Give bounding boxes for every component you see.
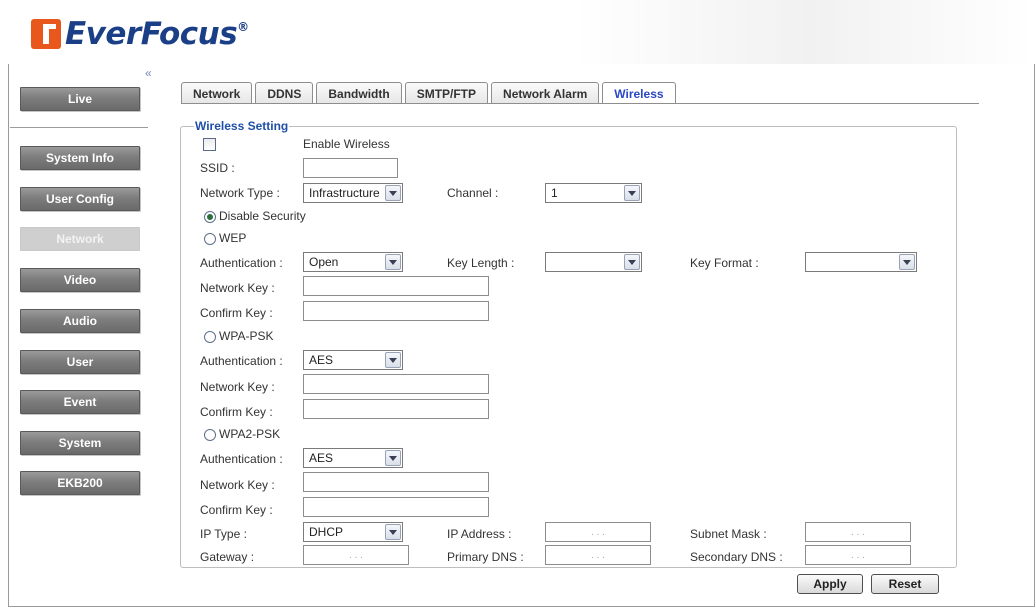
chevron-down-icon: [624, 185, 640, 201]
ip-type-label: IP Type :: [200, 527, 247, 541]
network-type-select[interactable]: Infrastructure: [303, 183, 403, 203]
sidebar-item-system[interactable]: System: [20, 431, 140, 455]
wpa2-psk-confirm-key-input[interactable]: [303, 497, 489, 517]
chevron-down-icon: [385, 524, 401, 540]
ssid-input[interactable]: [303, 158, 398, 178]
reset-button[interactable]: Reset: [871, 574, 939, 594]
tab-wireless[interactable]: Wireless: [602, 82, 676, 104]
wep-network-key-label: Network Key :: [200, 281, 275, 295]
wpa-psk-radio[interactable]: [204, 331, 216, 343]
wep-confirm-key-label: Confirm Key :: [200, 306, 273, 320]
gateway-input[interactable]: . . .: [303, 545, 409, 565]
wpa-psk-confirm-key-label: Confirm Key :: [200, 405, 273, 419]
key-length-label: Key Length :: [447, 256, 515, 270]
primary-dns-input[interactable]: . . .: [545, 545, 651, 565]
wpa2-psk-authentication-select[interactable]: AES: [303, 448, 403, 468]
trademark: ®: [237, 20, 249, 34]
wep-authentication-select[interactable]: Open: [303, 252, 403, 272]
wpa2-psk-radio[interactable]: [204, 429, 216, 441]
tab-network-alarm[interactable]: Network Alarm: [491, 82, 600, 104]
wpa-psk-network-key-label: Network Key :: [200, 380, 275, 394]
tab-smtp-ftp[interactable]: SMTP/FTP: [404, 82, 489, 104]
wpa-psk-label: WPA-PSK: [219, 329, 274, 343]
key-format-label: Key Format :: [690, 256, 759, 270]
tab-bandwidth[interactable]: Bandwidth: [316, 82, 402, 104]
channel-label: Channel :: [447, 186, 499, 200]
key-length-select[interactable]: [545, 252, 642, 272]
wep-confirm-key-input[interactable]: [303, 301, 489, 321]
channel-select[interactable]: 1: [545, 183, 642, 203]
sidebar-item-system-info[interactable]: System Info: [20, 146, 140, 170]
primary-dns-label: Primary DNS :: [447, 550, 524, 564]
sidebar-item-audio[interactable]: Audio: [20, 309, 140, 333]
chevron-down-icon: [385, 185, 401, 201]
secondary-dns-label: Secondary DNS :: [690, 550, 783, 564]
wpa2-psk-authentication-value: AES: [309, 451, 334, 465]
sidebar-item-event[interactable]: Event: [20, 390, 140, 414]
wpa2-psk-confirm-key-label: Confirm Key :: [200, 503, 273, 517]
sidebar-divider: [10, 127, 148, 128]
brand-name: EverFocus: [65, 16, 238, 52]
network-type-label: Network Type :: [200, 186, 280, 200]
sidebar-item-user-config[interactable]: User Config: [20, 187, 140, 211]
wpa2-psk-label: WPA2-PSK: [219, 427, 281, 441]
secondary-dns-input[interactable]: . . .: [805, 545, 911, 565]
tab-ddns[interactable]: DDNS: [255, 82, 314, 104]
wpa-psk-authentication-label: Authentication :: [200, 354, 283, 368]
wep-radio[interactable]: [204, 233, 216, 245]
collapse-sidebar-icon[interactable]: «: [145, 66, 152, 80]
wep-authentication-label: Authentication :: [200, 256, 283, 270]
apply-button[interactable]: Apply: [797, 574, 863, 594]
ip-type-value: DHCP: [309, 525, 344, 539]
disable-security-label: Disable Security: [219, 209, 306, 223]
wep-network-key-input[interactable]: [303, 276, 489, 296]
enable-wireless-checkbox[interactable]: [203, 138, 216, 151]
enable-wireless-label: Enable Wireless: [303, 137, 390, 151]
wpa-psk-authentication-select[interactable]: AES: [303, 350, 403, 370]
sidebar-item-network[interactable]: Network: [20, 227, 140, 251]
live-button[interactable]: Live: [20, 87, 140, 111]
wpa2-psk-network-key-label: Network Key :: [200, 478, 275, 492]
network-tabs: Network DDNS Bandwidth SMTP/FTP Network …: [181, 82, 679, 104]
sidebar-item-ekb200[interactable]: EKB200: [20, 471, 140, 495]
sidebar-item-video[interactable]: Video: [20, 268, 140, 292]
channel-value: 1: [551, 186, 558, 200]
chevron-down-icon: [385, 352, 401, 368]
wpa-psk-confirm-key-input[interactable]: [303, 399, 489, 419]
ip-address-label: IP Address :: [447, 527, 512, 541]
wpa-psk-authentication-value: AES: [309, 353, 334, 367]
wep-authentication-value: Open: [309, 255, 339, 269]
subnet-mask-input[interactable]: . . .: [805, 522, 911, 542]
ip-type-select[interactable]: DHCP: [303, 522, 403, 542]
everfocus-logo-icon: [31, 19, 61, 49]
wireless-setting-legend: Wireless Setting: [195, 119, 289, 133]
network-type-value: Infrastructure: [309, 186, 380, 200]
wpa-psk-network-key-input[interactable]: [303, 374, 489, 394]
tab-network[interactable]: Network: [181, 82, 253, 104]
ssid-label: SSID :: [200, 161, 235, 175]
disable-security-radio[interactable]: [204, 211, 216, 223]
wep-label: WEP: [219, 231, 247, 245]
header: EverFocus®: [8, 0, 1035, 64]
wpa2-psk-network-key-input[interactable]: [303, 472, 489, 492]
wpa2-psk-authentication-label: Authentication :: [200, 452, 283, 466]
chevron-down-icon: [624, 254, 640, 270]
subnet-mask-label: Subnet Mask :: [690, 527, 767, 541]
chevron-down-icon: [385, 254, 401, 270]
key-format-select[interactable]: [805, 252, 917, 272]
sidebar-item-user[interactable]: User: [20, 350, 140, 374]
gateway-label: Gateway :: [200, 550, 255, 564]
chevron-down-icon: [899, 254, 915, 270]
ip-address-input[interactable]: . . .: [545, 522, 651, 542]
brand-logo: EverFocus®: [31, 14, 249, 54]
tab-underline: [181, 103, 979, 104]
chevron-down-icon: [385, 450, 401, 466]
